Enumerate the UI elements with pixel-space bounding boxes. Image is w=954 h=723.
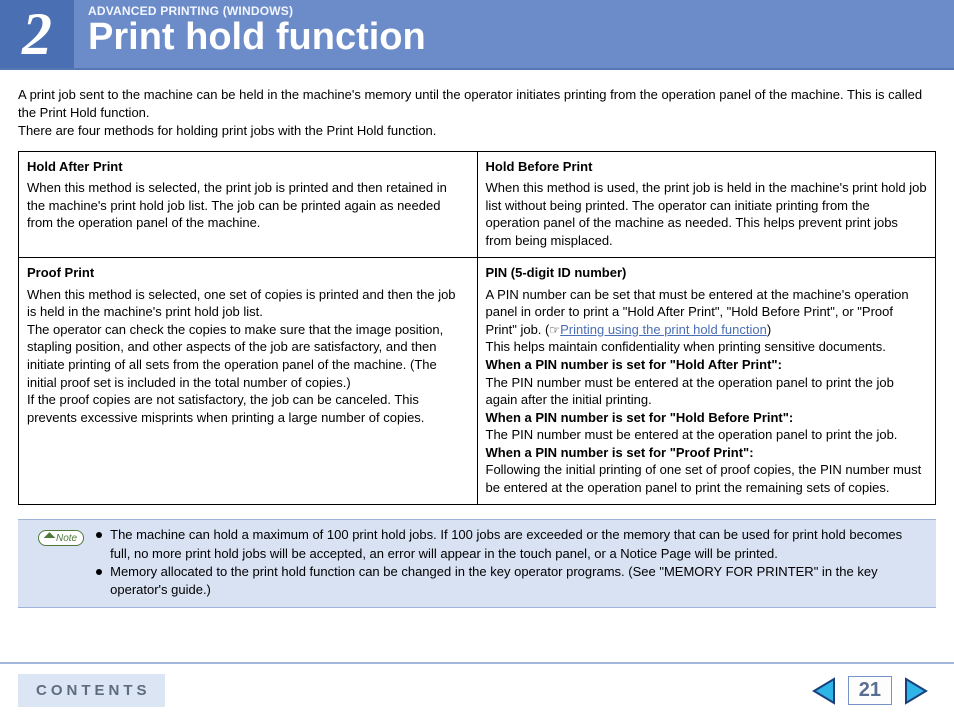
cell-proof-print: Proof Print When this method is selected… [19,258,478,505]
page-header: 2 ADVANCED PRINTING (WINDOWS) Print hold… [0,0,954,70]
pin-b2: The PIN number must be entered at the op… [486,427,898,442]
pin-h2: When a PIN number is set for "Hold Befor… [486,410,794,425]
cell-body: When this method is selected, the print … [27,179,469,232]
cell-pin: PIN (5-digit ID number) A PIN number can… [477,258,936,505]
pin-lead2: ) [767,322,771,337]
prev-page-button[interactable] [808,676,838,706]
cell-title: Proof Print [27,264,469,282]
cell-hold-before: Hold Before Print When this method is us… [477,151,936,258]
proof-body3: If the proof copies are not satisfactory… [27,392,424,425]
intro-text: A print job sent to the machine can be h… [18,86,936,141]
note-badge: Note [38,530,84,546]
header-titles: ADVANCED PRINTING (WINDOWS) Print hold f… [74,0,954,68]
note-item: Memory allocated to the print hold funct… [96,563,920,599]
cell-body: A PIN number can be set that must be ent… [486,286,928,497]
cell-title: Hold Before Print [486,158,928,176]
note-box: Note The machine can hold a maximum of 1… [18,519,936,608]
footer-bar: CONTENTS 21 [0,662,954,723]
pointer-icon: ☞ [549,323,560,337]
pin-lead3: This helps maintain confidentiality when… [486,339,886,354]
proof-body2: The operator can check the copies to mak… [27,322,443,390]
pin-h1: When a PIN number is set for "Hold After… [486,357,782,372]
cell-body: When this method is used, the print job … [486,179,928,249]
contents-button[interactable]: CONTENTS [18,674,165,707]
note-list: The machine can hold a maximum of 100 pr… [96,526,920,599]
arrow-right-icon [904,677,930,705]
chapter-number: 2 [0,0,74,68]
proof-body1: When this method is selected, one set of… [27,287,456,320]
link-print-hold-function[interactable]: Printing using the print hold function [560,322,767,337]
next-page-button[interactable] [902,676,932,706]
cell-title: Hold After Print [27,158,469,176]
intro-p2: There are four methods for holding print… [18,123,436,138]
page-number: 21 [848,676,892,705]
arrow-left-icon [810,677,836,705]
cell-title: PIN (5-digit ID number) [486,264,928,282]
note-item: The machine can hold a maximum of 100 pr… [96,526,920,562]
pencil-icon [43,532,56,545]
cell-hold-after: Hold After Print When this method is sel… [19,151,478,258]
intro-p1: A print job sent to the machine can be h… [18,87,922,120]
pin-h3: When a PIN number is set for "Proof Prin… [486,445,754,460]
pin-b1: The PIN number must be entered at the op… [486,375,894,408]
page-title: Print hold function [88,16,940,59]
cell-body: When this method is selected, one set of… [27,286,469,426]
note-label: Note [56,533,77,544]
pin-b3: Following the initial printing of one se… [486,462,922,495]
methods-table: Hold After Print When this method is sel… [18,151,936,506]
